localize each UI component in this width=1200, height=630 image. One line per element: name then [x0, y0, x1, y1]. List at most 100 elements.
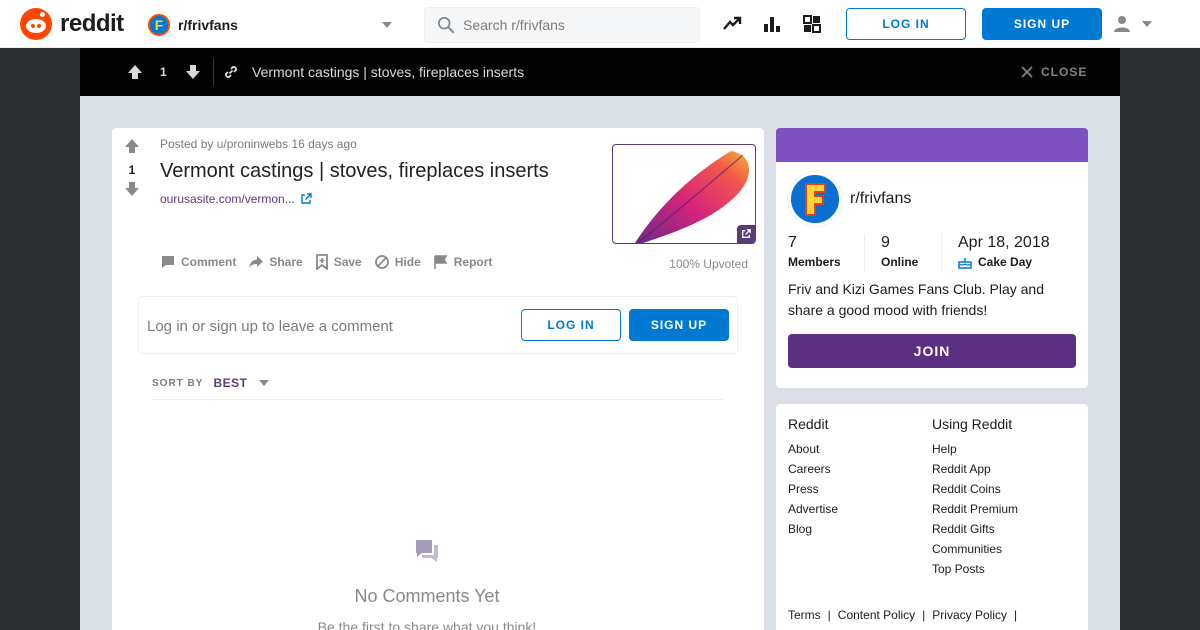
divider — [941, 234, 942, 272]
post-link-text: ourusasite.com/vermon... — [160, 192, 295, 206]
footer-link-careers[interactable]: Careers — [788, 462, 838, 482]
search-bar[interactable] — [424, 7, 700, 43]
post-overlay-bar: 1 Vermont castings | stoves, fireplaces … — [80, 48, 1120, 96]
separator: | — [1013, 608, 1018, 622]
upvote-icon[interactable] — [127, 64, 143, 80]
link-icon — [225, 66, 237, 78]
post-card: 1 Posted by u/proninwebs 16 days ago Ver… — [112, 128, 764, 630]
comment-button[interactable]: Comment — [160, 254, 236, 270]
footer-link-content-policy[interactable]: Content Policy — [838, 608, 915, 622]
user-dropdown[interactable] — [1112, 12, 1164, 36]
external-link-icon — [301, 193, 312, 204]
user-icon — [1114, 16, 1130, 32]
sort-value: BEST — [213, 376, 248, 390]
using-reddit-column: Using Reddit Help Reddit App Reddit Coin… — [932, 416, 1018, 582]
close-button[interactable]: CLOSE — [1020, 65, 1087, 79]
footer-link-blog[interactable]: Blog — [788, 522, 838, 542]
community-title[interactable]: r/frivfans — [850, 190, 911, 208]
post-actions: Comment Share Save Hide Report — [160, 254, 504, 270]
comment-icon — [162, 256, 174, 268]
post-title[interactable]: Vermont castings | stoves, fireplaces in… — [160, 160, 549, 183]
post-score: 1 — [128, 163, 136, 177]
separator: | — [922, 608, 926, 622]
top-header: reddit F r/frivfans LOG IN SIGN UP — [0, 0, 1200, 48]
divider — [152, 399, 724, 400]
communities-icon[interactable] — [802, 14, 822, 34]
post-bar-score: 1 — [160, 65, 167, 79]
separator: | — [827, 608, 831, 622]
community-icon: F — [148, 14, 170, 36]
footer-link-help[interactable]: Help — [932, 442, 1018, 462]
footer-link-advertise[interactable]: Advertise — [788, 502, 838, 522]
reddit-links-title: Reddit — [788, 416, 829, 432]
popular-trending-icon[interactable] — [722, 14, 742, 34]
close-icon — [1021, 66, 1033, 78]
cake-day-label: Cake Day — [978, 255, 1033, 269]
post-meta[interactable]: Posted by u/proninwebs 16 days ago — [160, 137, 357, 151]
hide-label: Hide — [394, 255, 421, 269]
community-avatar[interactable] — [788, 172, 842, 226]
cake-day-row: Cake Day — [958, 255, 1050, 269]
chevron-down-icon — [259, 380, 270, 386]
close-label: CLOSE — [1041, 65, 1088, 79]
empty-comments-title: No Comments Yet — [354, 586, 500, 606]
reddit-snoo-icon — [20, 8, 52, 40]
footer-link-terms[interactable]: Terms — [788, 608, 821, 622]
footer-link-top-posts[interactable]: Top Posts — [932, 562, 1018, 582]
footer-link-privacy-policy[interactable]: Privacy Policy — [932, 608, 1007, 622]
footer-link-about[interactable]: About — [788, 442, 838, 462]
footer-link-reddit-app[interactable]: Reddit App — [932, 462, 1018, 482]
online-count: 9 — [881, 234, 890, 251]
sort-label: SORT BY — [152, 377, 204, 389]
report-label: Report — [453, 255, 493, 269]
save-label: Save — [333, 255, 362, 269]
comment-login-button[interactable]: LOG IN — [521, 309, 621, 341]
legal-links: Terms | Content Policy | Privacy Policy … — [788, 608, 1024, 622]
comment-login-prompt: Log in or sign up to leave a comment LOG… — [138, 296, 738, 354]
chevron-down-icon — [1142, 21, 1152, 27]
footer-link-reddit-gifts[interactable]: Reddit Gifts — [932, 522, 1018, 542]
using-reddit-title: Using Reddit — [932, 416, 1013, 432]
hide-button[interactable]: Hide — [374, 254, 421, 270]
post-thumbnail[interactable] — [612, 144, 756, 244]
share-label: Share — [269, 255, 303, 269]
sort-dropdown[interactable]: SORT BY BEST — [152, 376, 270, 390]
reddit-logo[interactable]: reddit — [20, 8, 124, 40]
cake-icon — [958, 257, 972, 269]
logo-text: reddit — [60, 10, 124, 37]
downvote-icon[interactable] — [185, 64, 201, 80]
divider — [864, 234, 865, 272]
flag-icon — [433, 255, 448, 269]
chevron-down-icon — [382, 22, 392, 28]
comment-label: Comment — [181, 255, 237, 269]
feather-image — [635, 151, 750, 243]
footer-link-reddit-premium[interactable]: Reddit Premium — [932, 502, 1018, 522]
header-signup-button[interactable]: SIGN UP — [982, 8, 1102, 40]
footer-link-communities[interactable]: Communities — [932, 542, 1018, 562]
members-count: 7 — [788, 234, 797, 251]
reddit-links-column: Reddit About Careers Press Advertise Blo… — [788, 416, 838, 542]
downvote-icon[interactable] — [124, 181, 140, 197]
hide-icon — [374, 255, 389, 269]
community-dropdown[interactable]: F r/frivfans — [148, 10, 400, 40]
cake-day-stat: Apr 18, 2018 Cake Day — [958, 234, 1050, 269]
header-login-button[interactable]: LOG IN — [846, 8, 966, 40]
search-input[interactable] — [463, 17, 683, 33]
share-button[interactable]: Share — [248, 254, 303, 270]
footer-link-press[interactable]: Press — [788, 482, 838, 502]
external-link-icon — [737, 225, 755, 243]
footer-link-reddit-coins[interactable]: Reddit Coins — [932, 482, 1018, 502]
post-bar-title: Vermont castings | stoves, fireplaces in… — [252, 64, 525, 80]
comment-prompt-text: Log in or sign up to leave a comment — [147, 318, 393, 335]
post-link[interactable]: ourusasite.com/vermon... — [160, 192, 312, 206]
join-button[interactable]: JOIN — [788, 334, 1076, 368]
report-button[interactable]: Report — [433, 254, 493, 270]
empty-comments-subtitle: Be the first to share what you think! — [317, 619, 537, 630]
leaderboard-icon[interactable] — [762, 14, 782, 34]
community-name: r/frivfans — [178, 17, 238, 33]
upvote-icon[interactable] — [124, 138, 140, 154]
save-button[interactable]: Save — [315, 254, 362, 270]
share-icon — [249, 256, 264, 268]
community-card: r/frivfans 7 Members 9 Online Apr 18, 20… — [776, 128, 1088, 388]
comment-signup-button[interactable]: SIGN UP — [629, 309, 729, 341]
